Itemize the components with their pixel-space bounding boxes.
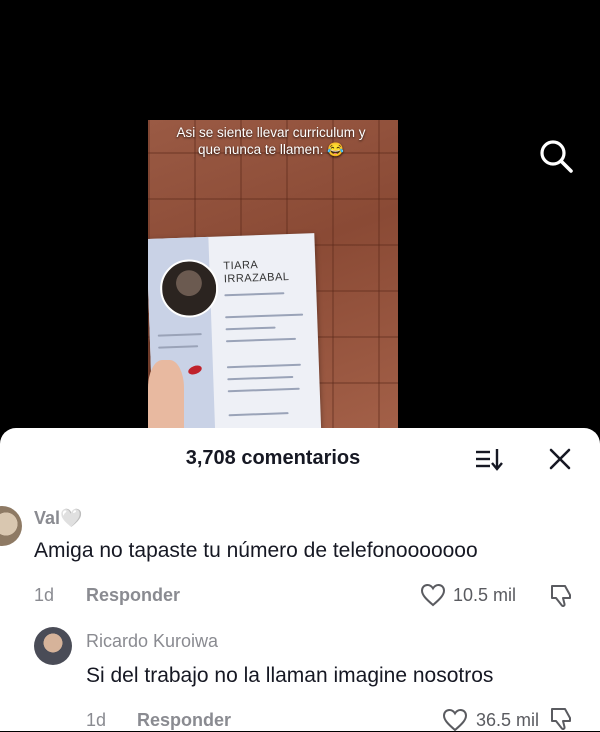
like-count: 10.5 mil: [453, 585, 517, 605]
video-thumbnail[interactable]: Asi se siente llevar curriculum y que nu…: [148, 120, 398, 430]
dislike-icon[interactable]: [548, 583, 574, 609]
video-caption: Asi se siente llevar curriculum y que nu…: [176, 125, 366, 157]
search-icon[interactable]: [538, 138, 574, 174]
reply-button[interactable]: Responder: [86, 585, 180, 606]
resume-text-line: [225, 326, 276, 331]
heart-icon[interactable]: [442, 708, 468, 732]
resume-text-line: [225, 337, 296, 343]
comments-sheet: 3,708 comentarios Val🤍 Amiga no tapaste …: [0, 428, 600, 732]
resume-text-line: [228, 412, 289, 417]
resume-name-last: IRRAZABAL: [223, 271, 290, 286]
comments-count-title: 3,708 comentarios: [185, 447, 361, 469]
resume-text-line: [225, 313, 304, 319]
resume-name: TIARA IRRAZABAL: [223, 258, 290, 286]
comment-time: 1d: [86, 710, 107, 730]
like-count: 36.5 mil: [476, 710, 540, 730]
close-icon[interactable]: [546, 445, 574, 473]
resume-text-line: [227, 387, 300, 393]
resume-text-line: [224, 292, 285, 297]
comment-text: Amiga no tapaste tu número de telefonooo…: [34, 539, 478, 562]
sort-icon[interactable]: [474, 444, 504, 474]
resume-text-line: [226, 363, 301, 369]
comment-text: Si del trabajo no la llaman imagine noso…: [86, 664, 494, 687]
heart-icon[interactable]: [420, 583, 446, 607]
hand: [148, 360, 184, 430]
comment-time: 1d: [34, 585, 55, 605]
resume-text-line: [227, 375, 294, 381]
dislike-icon[interactable]: [548, 706, 574, 732]
reply-button[interactable]: Responder: [137, 710, 231, 731]
video-area[interactable]: Asi se siente llevar curriculum y que nu…: [0, 0, 600, 430]
avatar[interactable]: [0, 506, 22, 546]
comment-username[interactable]: Val🤍: [34, 508, 82, 529]
avatar[interactable]: [34, 627, 72, 665]
comment-username[interactable]: Ricardo Kuroiwa: [86, 631, 218, 652]
